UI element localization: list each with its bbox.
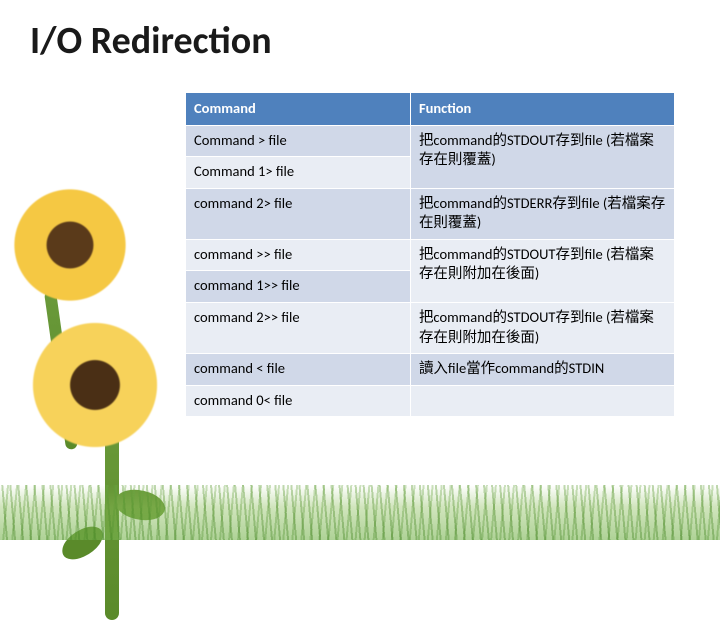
cell-function: 把command的STDOUT存到file (若檔案存在則附加在後面) bbox=[410, 239, 674, 302]
cell-command: command 2>> file bbox=[186, 302, 411, 353]
cell-command: command 1>> file bbox=[186, 271, 411, 303]
cell-function bbox=[410, 385, 674, 417]
table-row: command >> file 把command的STDOUT存到file (若… bbox=[186, 239, 675, 271]
table-row: command 2> file 把command的STDERR存到file (若… bbox=[186, 188, 675, 239]
cell-command: Command 1> file bbox=[186, 157, 411, 189]
redirection-table: Command Function Command > file 把command… bbox=[185, 92, 675, 417]
cell-command: command < file bbox=[186, 354, 411, 386]
cell-command: command >> file bbox=[186, 239, 411, 271]
cell-function: 把command的STDOUT存到file (若檔案存在則附加在後面) bbox=[410, 302, 674, 353]
slide-title: I/O Redirection bbox=[30, 18, 680, 64]
cell-function: 讀入file當作command的STDIN bbox=[410, 354, 674, 386]
cell-command: command 2> file bbox=[186, 188, 411, 239]
cell-function: 把command的STDOUT存到file (若檔案存在則覆蓋) bbox=[410, 125, 674, 188]
table-row: command < file 讀入file當作command的STDIN bbox=[186, 354, 675, 386]
header-function: Function bbox=[410, 93, 674, 126]
grass-decoration bbox=[0, 485, 720, 540]
cell-command: Command > file bbox=[186, 125, 411, 157]
table-row: command 2>> file 把command的STDOUT存到file (… bbox=[186, 302, 675, 353]
table-row: command 0< file bbox=[186, 385, 675, 417]
table-row: Command > file 把command的STDOUT存到file (若檔… bbox=[186, 125, 675, 157]
cell-command: command 0< file bbox=[186, 385, 411, 417]
header-command: Command bbox=[186, 93, 411, 126]
cell-function: 把command的STDERR存到file (若檔案存在則覆蓋) bbox=[410, 188, 674, 239]
